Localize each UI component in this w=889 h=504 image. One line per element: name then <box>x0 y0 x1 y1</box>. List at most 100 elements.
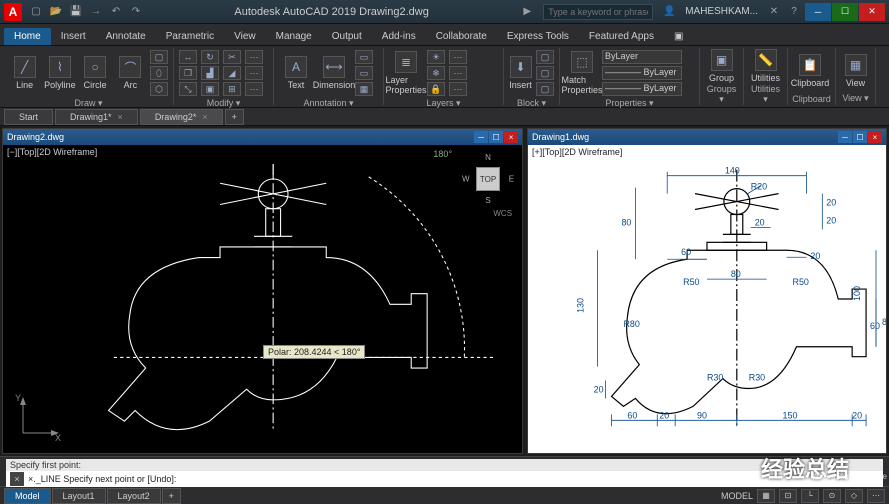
layout-tab-model[interactable]: Model <box>4 488 51 504</box>
qat-arrow-icon[interactable]: → <box>88 4 104 20</box>
insert-button[interactable]: ⬇Insert <box>508 56 533 90</box>
lay-sm5[interactable]: ⋯ <box>449 66 467 80</box>
qat-undo-icon[interactable]: ↶ <box>108 4 124 20</box>
panel-label[interactable]: Utilities ▾ <box>748 83 783 105</box>
window-close-button[interactable]: ✕ <box>859 3 885 21</box>
layout-tab-layout2[interactable]: Layout2 <box>107 488 161 504</box>
fillet-button[interactable]: ◢ <box>223 66 241 80</box>
exchange-icon[interactable]: ✕ <box>766 4 782 20</box>
lay-sm2[interactable]: ❄ <box>427 66 445 80</box>
ribbon-tab-insert[interactable]: Insert <box>51 28 96 45</box>
play-icon[interactable]: ▶ <box>519 4 535 20</box>
qat-open-icon[interactable]: 📂 <box>48 4 64 20</box>
lay-sm4[interactable]: ⋯ <box>449 50 467 64</box>
lay-sm6[interactable]: ⋯ <box>449 82 467 96</box>
line-button[interactable]: ╱Line <box>8 56 41 90</box>
panel-label[interactable]: View ▾ <box>840 92 871 104</box>
blk-sm3[interactable]: ▢ <box>536 82 554 96</box>
ribbon-tab-extra-icon[interactable]: ▣ <box>664 28 693 45</box>
blk-sm2[interactable]: ▢ <box>536 66 554 80</box>
utilities-button[interactable]: 📏Utilities <box>748 49 783 83</box>
status-osnap-icon[interactable]: ◇ <box>845 489 863 503</box>
mirror-button[interactable]: ▟ <box>201 66 219 80</box>
layer-props-button[interactable]: ≣Layer Properties <box>388 51 424 95</box>
ribbon-tab-parametric[interactable]: Parametric <box>156 28 224 45</box>
rotate-button[interactable]: ↻ <box>201 50 219 64</box>
layout-tab-add[interactable]: + <box>162 488 181 504</box>
scale-button[interactable]: ▣ <box>201 82 219 96</box>
doc-max-button[interactable]: ☐ <box>853 131 867 143</box>
help-search-input[interactable] <box>543 4 653 20</box>
blk-sm1[interactable]: ▢ <box>536 50 554 64</box>
array-button[interactable]: ⊞ <box>223 82 241 96</box>
panel-label[interactable]: Layers ▾ <box>388 97 499 109</box>
ribbon-tab-annotate[interactable]: Annotate <box>96 28 156 45</box>
panel-label[interactable]: Groups ▾ <box>704 83 739 105</box>
status-polar-icon[interactable]: ⊙ <box>823 489 841 503</box>
view-button[interactable]: ▦View <box>840 54 871 88</box>
dimension-button[interactable]: ⟷Dimension <box>316 56 352 90</box>
ribbon-tab-manage[interactable]: Manage <box>266 28 322 45</box>
window-maximize-button[interactable]: ☐ <box>832 3 858 21</box>
status-snap-icon[interactable]: ⊡ <box>779 489 797 503</box>
mod-sm3[interactable]: ⋯ <box>245 82 263 96</box>
command-close-icon[interactable]: × <box>10 472 24 486</box>
ann-sm1[interactable]: ▭ <box>355 50 373 64</box>
polyline-button[interactable]: ⌇Polyline <box>43 56 76 90</box>
draw-sm1[interactable]: ▢ <box>150 50 168 64</box>
drawing-canvas-dark[interactable]: [−][Top][2D Wireframe] 180° N S E W TOP … <box>3 145 522 453</box>
draw-sm3[interactable]: ⬡ <box>150 82 168 96</box>
ribbon-tab-addins[interactable]: Add-ins <box>372 28 426 45</box>
user-icon[interactable]: 👤 <box>661 4 677 20</box>
ribbon-tab-output[interactable]: Output <box>322 28 372 45</box>
close-tab-icon[interactable]: × <box>118 112 123 122</box>
layout-tab-layout1[interactable]: Layout1 <box>52 488 106 504</box>
clipboard-button[interactable]: 📋Clipboard <box>792 54 828 88</box>
lay-sm3[interactable]: 🔒 <box>427 82 445 96</box>
doc-min-button[interactable]: ─ <box>474 131 488 143</box>
ann-sm3[interactable]: ▦ <box>355 82 373 96</box>
ribbon-tab-view[interactable]: View <box>224 28 266 45</box>
doc-max-button[interactable]: ☐ <box>489 131 503 143</box>
doc-min-button[interactable]: ─ <box>838 131 852 143</box>
drawing-canvas-light[interactable]: [+][Top][2D Wireframe] 140 R20 <box>528 145 886 453</box>
help-icon[interactable]: ? <box>786 4 802 20</box>
ann-sm2[interactable]: ▭ <box>355 66 373 80</box>
panel-label[interactable]: Modify ▾ <box>178 97 269 109</box>
copy-button[interactable]: ❐ <box>179 66 197 80</box>
stretch-button[interactable]: ⤡ <box>179 82 197 96</box>
lay-sm1[interactable]: ☀ <box>427 50 445 64</box>
trim-button[interactable]: ✂ <box>223 50 241 64</box>
doc-tab-drawing1[interactable]: Drawing1*× <box>55 109 138 125</box>
app-logo[interactable]: A <box>4 3 22 21</box>
qat-save-icon[interactable]: 💾 <box>68 4 84 20</box>
draw-sm2[interactable]: ⬯ <box>150 66 168 80</box>
window-minimize-button[interactable]: ─ <box>805 3 831 21</box>
doc-tab-start[interactable]: Start <box>4 109 53 125</box>
panel-label[interactable]: Properties ▾ <box>564 97 695 109</box>
ribbon-tab-featured[interactable]: Featured Apps <box>579 28 664 45</box>
command-line[interactable]: × ×._ LINE Specify next point or [Undo]: <box>6 471 883 487</box>
panel-label[interactable]: Block ▾ <box>508 97 555 109</box>
match-props-button[interactable]: ⬚Match Properties <box>564 51 600 95</box>
doc-tab-add[interactable]: + <box>225 109 244 125</box>
doc-close-button[interactable]: × <box>868 131 882 143</box>
qat-redo-icon[interactable]: ↷ <box>128 4 144 20</box>
close-tab-icon[interactable]: × <box>202 112 207 122</box>
ribbon-tab-home[interactable]: Home <box>4 28 51 45</box>
qat-new-icon[interactable]: ▢ <box>28 4 44 20</box>
mod-sm2[interactable]: ⋯ <box>245 66 263 80</box>
panel-label[interactable]: Draw ▾ <box>8 97 169 109</box>
doc-tab-drawing2[interactable]: Drawing2*× <box>140 109 223 125</box>
doc-window-titlebar[interactable]: Drawing1.dwg ─ ☐ × <box>528 129 886 145</box>
linetype-dropdown[interactable]: ———— ByLayer <box>602 82 682 96</box>
move-button[interactable]: ↔ <box>179 50 197 64</box>
status-more-icon[interactable]: ⋯ <box>867 489 885 503</box>
doc-window-titlebar[interactable]: Drawing2.dwg ─ ☐ × <box>3 129 522 145</box>
status-model[interactable]: MODEL <box>721 491 753 501</box>
group-button[interactable]: ▣Group <box>704 49 739 83</box>
status-grid-icon[interactable]: ▦ <box>757 489 775 503</box>
panel-label[interactable]: Annotation ▾ <box>278 97 379 109</box>
user-name[interactable]: MAHESHKAM... <box>685 6 758 17</box>
status-ortho-icon[interactable]: └ <box>801 489 819 503</box>
